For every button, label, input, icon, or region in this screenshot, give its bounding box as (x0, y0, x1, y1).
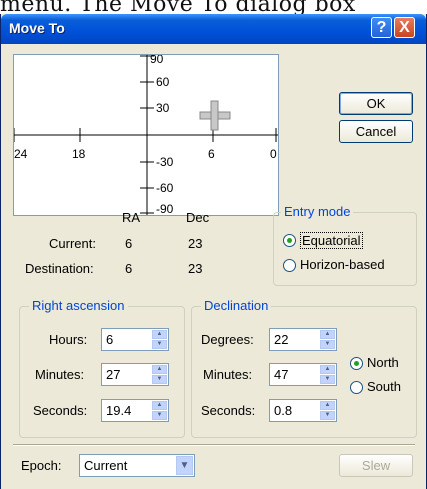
hours-spinner[interactable]: 6 ▲ ▼ (101, 328, 169, 351)
dec-tick-label: 30 (156, 101, 170, 115)
dec-seconds-label: Seconds: (201, 403, 256, 418)
right-ascension-title: Right ascension (29, 298, 128, 313)
south-label[interactable]: South (367, 379, 401, 394)
declination-title: Declination (201, 298, 272, 313)
horizon-label[interactable]: Horizon-based (300, 257, 385, 272)
move-to-dialog: Move To ? X 24 18 6 0 90 60 30 -30 -60 -… (0, 14, 427, 489)
north-label[interactable]: North (367, 355, 399, 370)
entry-mode-title: Entry mode (281, 204, 354, 219)
hours-label: Hours: (49, 332, 88, 347)
current-label: Current: (49, 236, 96, 251)
spin-down-icon[interactable]: ▼ (152, 411, 167, 420)
spin-up-icon[interactable]: ▲ (320, 401, 335, 410)
ra-seconds-spinner[interactable]: 19.4 ▲ ▼ (101, 399, 169, 422)
dec-tick-label: -30 (156, 155, 174, 169)
dec-seconds-value[interactable]: 0.8 (274, 403, 292, 418)
spin-up-icon[interactable]: ▲ (320, 365, 335, 374)
ra-tick-label: 18 (72, 147, 86, 161)
dec-tick-label: 60 (156, 75, 170, 89)
epoch-select[interactable]: Current ▼ (79, 454, 195, 477)
dec-tick-label: -90 (156, 202, 174, 215)
cancel-button[interactable]: Cancel (339, 120, 413, 143)
ra-minutes-value[interactable]: 27 (106, 367, 120, 382)
north-radio[interactable] (350, 357, 363, 370)
ra-tick-label: 0 (270, 147, 277, 161)
equatorial-radio[interactable] (283, 234, 296, 247)
epoch-label: Epoch: (21, 458, 62, 473)
window-title: Move To (9, 20, 65, 36)
degrees-spinner[interactable]: 22 ▲ ▼ (269, 328, 337, 351)
spin-down-icon[interactable]: ▼ (320, 411, 335, 420)
destination-dec-value: 23 (188, 261, 203, 276)
hours-value[interactable]: 6 (106, 332, 113, 347)
horizon-radio[interactable] (283, 259, 296, 272)
ra-tick-label: 6 (208, 147, 215, 161)
dec-minutes-value[interactable]: 47 (274, 367, 288, 382)
spin-up-icon[interactable]: ▲ (320, 330, 335, 339)
current-dec-value: 23 (188, 236, 203, 251)
sky-plot-canvas: 24 18 6 0 90 60 30 -30 -60 -90 (14, 55, 278, 215)
spin-up-icon[interactable]: ▲ (152, 330, 167, 339)
ra-seconds-value[interactable]: 19.4 (106, 403, 131, 418)
help-button[interactable]: ? (371, 17, 392, 38)
epoch-value[interactable]: Current (84, 458, 127, 473)
dec-seconds-spinner[interactable]: 0.8 ▲ ▼ (269, 399, 337, 422)
separator (13, 444, 415, 446)
current-ra-value: 6 (125, 236, 133, 251)
dec-minutes-spinner[interactable]: 47 ▲ ▼ (269, 363, 337, 386)
position-marker-icon[interactable] (199, 100, 231, 131)
close-button[interactable]: X (394, 17, 415, 38)
dec-minutes-label: Minutes: (203, 367, 253, 382)
ra-seconds-label: Seconds: (33, 403, 88, 418)
background-page-text: menu. The Move To dialog box (0, 0, 356, 14)
destination-label: Destination: (25, 261, 94, 276)
chevron-down-icon[interactable]: ▼ (176, 456, 193, 475)
entry-mode-group (273, 212, 417, 286)
spin-down-icon[interactable]: ▼ (152, 375, 167, 384)
south-radio[interactable] (350, 381, 363, 394)
sky-plot[interactable]: 24 18 6 0 90 60 30 -30 -60 -90 (13, 54, 279, 216)
ra-minutes-spinner[interactable]: 27 ▲ ▼ (101, 363, 169, 386)
spin-up-icon[interactable]: ▲ (152, 401, 167, 410)
degrees-label: Degrees: (201, 332, 254, 347)
degrees-value[interactable]: 22 (274, 332, 288, 347)
spin-down-icon[interactable]: ▼ (152, 340, 167, 349)
dec-tick-label: 90 (150, 55, 164, 66)
ok-button[interactable]: OK (339, 92, 413, 115)
spin-down-icon[interactable]: ▼ (320, 340, 335, 349)
dec-column-header: Dec (186, 210, 210, 225)
equatorial-label[interactable]: Equatorial (300, 232, 363, 249)
destination-ra-value: 6 (125, 261, 133, 276)
spin-up-icon[interactable]: ▲ (152, 365, 167, 374)
slew-button[interactable]: Slew (339, 454, 413, 477)
ra-tick-label: 24 (14, 147, 28, 161)
ra-minutes-label: Minutes: (35, 367, 85, 382)
dec-tick-label: -60 (156, 181, 174, 195)
title-bar[interactable]: Move To ? X (1, 14, 426, 44)
spin-down-icon[interactable]: ▼ (320, 375, 335, 384)
ra-column-header: RA (122, 210, 141, 225)
